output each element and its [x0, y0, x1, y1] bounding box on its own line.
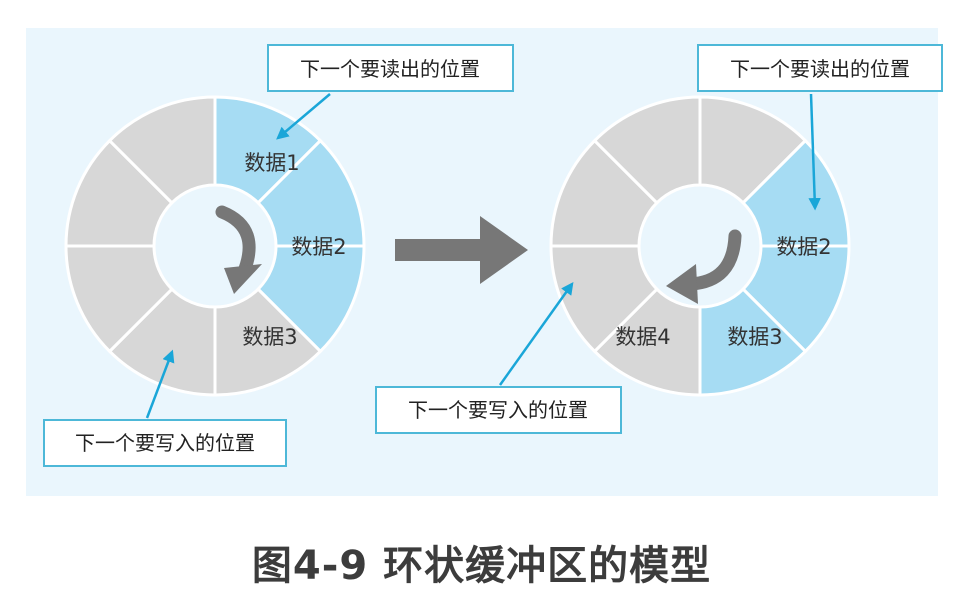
left-data-label-2: 数据2 — [291, 235, 346, 259]
left-write-callout: 下一个要写入的位置 — [43, 419, 287, 467]
right-write-callout: 下一个要写入的位置 — [375, 386, 622, 434]
left-data-label-1: 数据1 — [244, 151, 299, 175]
right-data-label-3: 数据3 — [727, 325, 782, 349]
right-data-label-4: 数据4 — [615, 325, 670, 349]
right-read-callout-text: 下一个要读出的位置 — [730, 57, 910, 81]
left-read-callout-text: 下一个要读出的位置 — [300, 57, 480, 81]
left-data-label-3: 数据3 — [242, 325, 297, 349]
ring-buffer-diagram: 数据1 数据2 数据3 数据2 数据3 数据4 下一个要读出的位置 下一个要写入… — [0, 0, 963, 611]
right-read-callout: 下一个要读出的位置 — [697, 44, 943, 92]
right-data-label-2: 数据2 — [776, 235, 831, 259]
left-read-callout: 下一个要读出的位置 — [267, 44, 514, 92]
right-write-callout-text: 下一个要写入的位置 — [408, 398, 588, 422]
left-write-callout-text: 下一个要写入的位置 — [75, 431, 255, 455]
figure-caption: 图4-9 环状缓冲区的模型 — [251, 543, 712, 589]
